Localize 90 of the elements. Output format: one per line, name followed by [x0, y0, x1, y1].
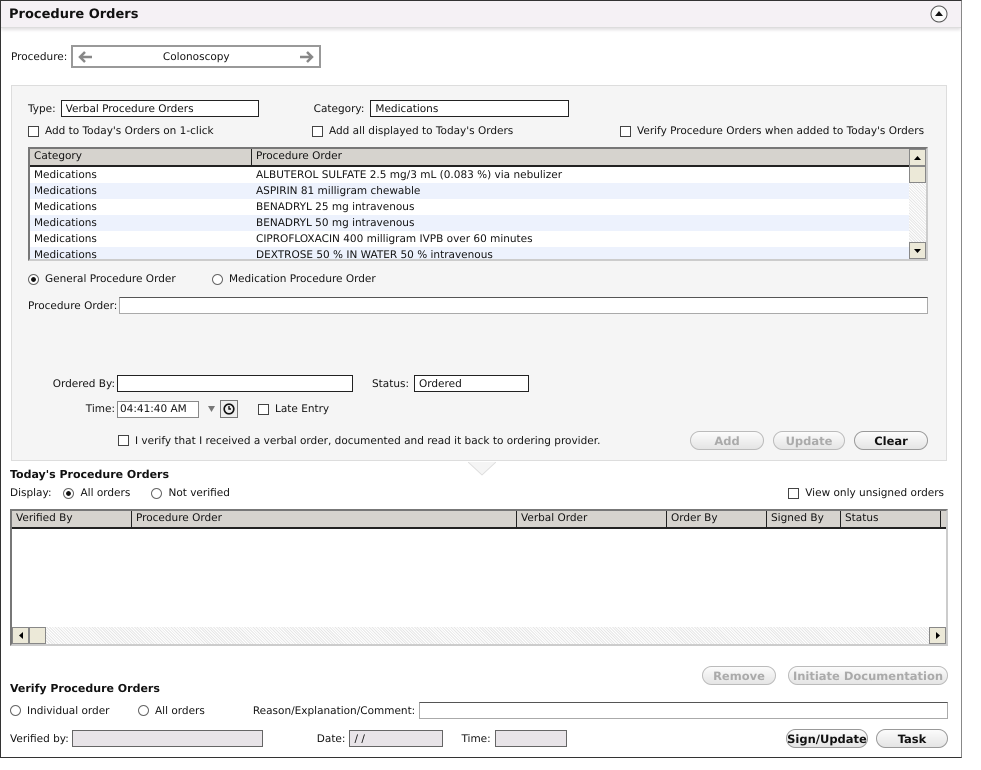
- radio-button[interactable]: [63, 488, 74, 498]
- column-header[interactable]: Category: [30, 149, 252, 165]
- procedure-value: Colonoscopy: [162, 50, 230, 62]
- section-title: Today's Procedure Orders: [10, 468, 170, 481]
- list-cell-text: DEXTROSE 50 % IN WATER 50 % intravenous: [255, 249, 494, 259]
- list-cell-text: Medications: [33, 217, 98, 229]
- scrollbar-thumb[interactable]: [29, 627, 46, 644]
- time-field[interactable]: 04:41:40 AM: [117, 400, 199, 418]
- procedure-order-label: Procedure Order:: [28, 300, 118, 312]
- radio-label: Medication Procedure Order: [229, 273, 376, 285]
- status-label: Status:: [372, 378, 409, 390]
- checkbox-label: Add all displayed to Today's Orders: [329, 125, 514, 137]
- ordered-by-field[interactable]: [117, 375, 353, 392]
- list-row[interactable]: Medications BENADRYL 25 mg intravenous: [30, 199, 909, 215]
- date-label: Date:: [316, 732, 346, 744]
- vertical-scrollbar[interactable]: [909, 149, 926, 259]
- checkbox[interactable]: [312, 126, 323, 136]
- procedure-label: Procedure:: [11, 50, 68, 62]
- section-title: Verify Procedure Orders: [10, 682, 160, 695]
- list-row[interactable]: Medications DEXTROSE 50 % IN WATER 50 % intravenous: [30, 247, 909, 259]
- ordered-by-label: Ordered By:: [52, 378, 115, 390]
- column-header[interactable]: Signed By: [767, 511, 841, 527]
- verify-button[interactable]: Sign/Update: [786, 729, 868, 748]
- radio-label: All orders: [155, 704, 205, 716]
- time-label: Time:: [84, 403, 115, 415]
- checkbox[interactable]: [620, 126, 631, 136]
- right-arrow-icon[interactable]: [936, 632, 940, 639]
- list-row[interactable]: Medications ASPIRIN 81 milligram chewable: [30, 183, 909, 199]
- radio-label: All orders: [80, 487, 130, 499]
- list-row[interactable]: Medications ALBUTEROL SULFATE 2.5 mg/3 mL (0.083 %) via nebulizer: [30, 167, 909, 183]
- clock-button[interactable]: [220, 400, 238, 418]
- category-field[interactable]: Medications: [370, 100, 570, 117]
- type-field[interactable]: Verbal Procedure Orders: [60, 100, 259, 117]
- form-button[interactable]: Clear: [854, 431, 928, 450]
- collapse-icon[interactable]: [930, 5, 948, 23]
- verify-button[interactable]: Task: [876, 729, 948, 748]
- down-arrow-icon[interactable]: [914, 248, 921, 252]
- type-label: Type:: [28, 102, 56, 114]
- column-header[interactable]: Procedure Order: [252, 149, 895, 165]
- radio-button[interactable]: [212, 274, 223, 284]
- checkbox-label: I verify that I received a verbal order, documented and read it back to ordering provider.: [135, 434, 600, 446]
- list-row[interactable]: Medications CIPROFLOXACIN 400 milligram IVPB over 60 minutes: [30, 231, 909, 247]
- checkbox[interactable]: [28, 126, 39, 136]
- left-arrow-icon[interactable]: [18, 632, 22, 639]
- checkbox[interactable]: [788, 488, 800, 498]
- radio-label: Individual order: [27, 704, 110, 716]
- dropdown-icon[interactable]: [208, 406, 215, 412]
- category-label: Category:: [314, 102, 364, 114]
- status-field[interactable]: Ordered: [414, 375, 529, 392]
- column-header[interactable]: Verbal Order: [517, 511, 667, 527]
- column-header[interactable]: Verified By: [12, 511, 132, 527]
- list-cell-text: BENADRYL 25 mg intravenous: [255, 201, 416, 213]
- list-cell-text: Medications: [33, 169, 98, 181]
- radio-label: Not verified: [168, 487, 230, 499]
- list-cell-text: Medications: [33, 185, 98, 197]
- checkbox[interactable]: [258, 404, 269, 414]
- radio-button[interactable]: [28, 274, 39, 284]
- list-cell-text: BENADRYL 50 mg intravenous: [255, 217, 416, 229]
- list-cell-text: ASPIRIN 81 milligram chewable: [255, 185, 422, 197]
- header-title: Procedure Orders: [9, 6, 138, 22]
- column-header[interactable]: Order By: [667, 511, 767, 527]
- column-header[interactable]: Status: [841, 511, 941, 527]
- display-label: Display:: [10, 487, 52, 499]
- column-header[interactable]: Procedure Order: [132, 511, 517, 527]
- checkbox[interactable]: [118, 435, 129, 446]
- list-cell-text: Medications: [33, 233, 98, 245]
- radio-button[interactable]: [151, 488, 162, 498]
- checkbox-label: Verify Procedure Orders when added to Today's Orders: [637, 125, 924, 137]
- scrollbar-thumb[interactable]: [909, 166, 926, 183]
- checkbox-label: View only unsigned orders: [805, 487, 944, 499]
- up-arrow-icon[interactable]: [914, 156, 921, 160]
- verified-by-label: Verified by:: [10, 732, 69, 744]
- checkbox-label: Late Entry: [275, 403, 330, 415]
- list-cell-text: Medications: [33, 201, 98, 213]
- time-label: Time:: [461, 732, 491, 744]
- horizontal-scrollbar[interactable]: [12, 627, 946, 644]
- list-cell-text: CIPROFLOXACIN 400 milligram IVPB over 60 minutes: [255, 233, 534, 245]
- date-field[interactable]: / /: [349, 730, 444, 747]
- radio-button[interactable]: [10, 705, 21, 716]
- list-cell-text: Medications: [33, 249, 98, 259]
- reason-label: Reason/Explanation/Comment:: [252, 704, 416, 716]
- time-field[interactable]: [494, 730, 567, 747]
- radio-label: General Procedure Order: [45, 273, 176, 285]
- list-cell-text: ALBUTEROL SULFATE 2.5 mg/3 mL (0.083 %) via nebulizer: [255, 169, 564, 181]
- list-row[interactable]: Medications BENADRYL 50 mg intravenous: [30, 215, 909, 231]
- verified-by-field[interactable]: [72, 730, 263, 747]
- procedure-order-field[interactable]: [119, 297, 928, 314]
- reason-field[interactable]: [419, 702, 948, 719]
- radio-button[interactable]: [138, 705, 149, 716]
- checkbox-label: Add to Today's Orders on 1-click: [45, 125, 214, 137]
